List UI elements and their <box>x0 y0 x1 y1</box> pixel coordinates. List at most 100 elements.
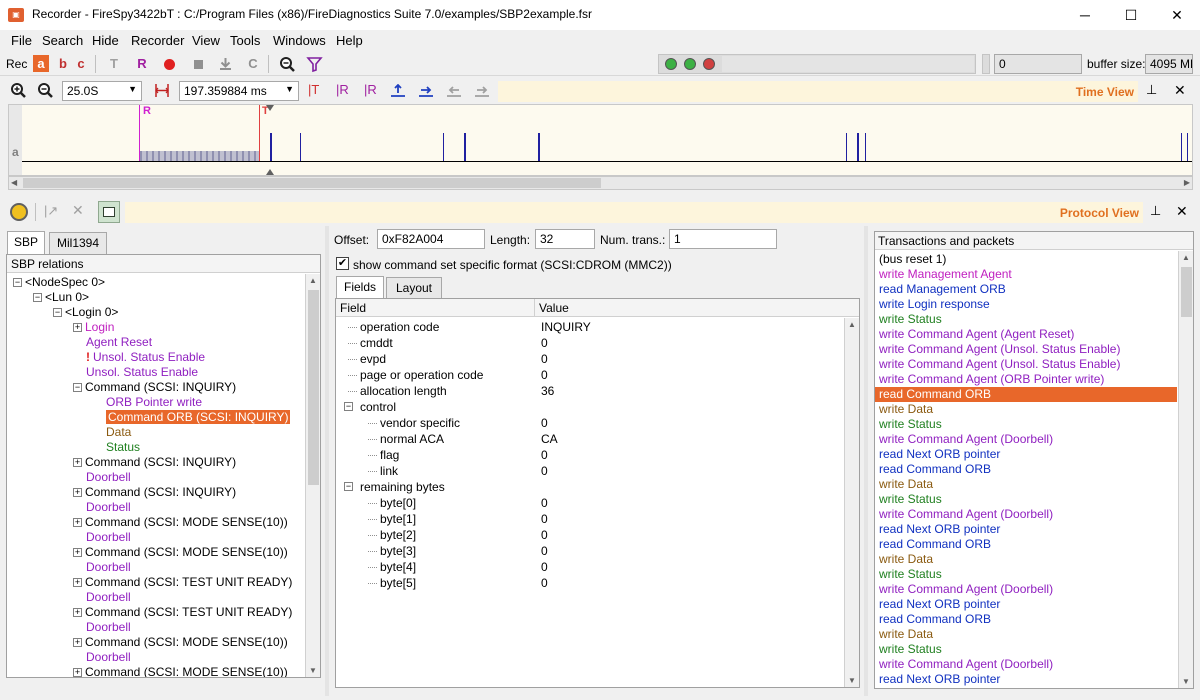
marker-a-icon[interactable] <box>390 83 406 98</box>
col-value-header[interactable]: Value <box>539 301 569 315</box>
tree-item[interactable]: Doorbell <box>7 530 131 545</box>
marker-c-icon[interactable] <box>446 84 462 98</box>
filter-a-button[interactable]: a <box>33 55 49 72</box>
transaction-item[interactable]: write Command Agent (ORB Pointer write) <box>875 372 1177 387</box>
transaction-item[interactable]: read Command ORB <box>875 387 1177 402</box>
download-icon[interactable] <box>218 56 233 71</box>
expand-icon[interactable]: + <box>73 458 82 468</box>
pin-icon[interactable]: ⊥ <box>1146 82 1157 98</box>
duration-select[interactable]: 197.359884 ms ▼ <box>179 81 299 101</box>
tree-item[interactable]: + Login <box>7 320 114 335</box>
close-button[interactable]: ✕ <box>1154 0 1200 30</box>
filter-icon[interactable] <box>306 56 323 73</box>
tree-item[interactable]: Agent Reset <box>7 335 152 350</box>
transaction-item[interactable]: write Command Agent (Doorbell) <box>875 582 1177 597</box>
tree-item[interactable]: − <Lun 0> <box>7 290 89 305</box>
command-format-checkbox[interactable]: ✔ <box>336 257 349 270</box>
tree-item[interactable]: + Command (SCSI: MODE SENSE(10)) <box>7 545 288 560</box>
tree-item[interactable]: Command ORB (SCSI: INQUIRY) <box>7 410 291 425</box>
tree-item[interactable]: Status <box>7 440 140 455</box>
detail-view-button[interactable] <box>98 201 120 223</box>
field-row[interactable]: evpd 0 <box>336 351 843 367</box>
transaction-item[interactable]: read Command ORB <box>875 537 1177 552</box>
field-row[interactable]: byte[5] 0 <box>336 575 843 591</box>
filter-c-button[interactable]: c <box>71 54 91 74</box>
length-field[interactable]: 32 <box>535 229 595 249</box>
record-icon[interactable] <box>164 59 175 70</box>
field-row[interactable]: byte[1] 0 <box>336 511 843 527</box>
pin-icon[interactable]: ⊥ <box>1150 203 1161 219</box>
transaction-item[interactable]: write Data <box>875 477 1177 492</box>
transaction-item[interactable]: write Command Agent (Unsol. Status Enabl… <box>875 342 1177 357</box>
tree-item[interactable]: + Command (SCSI: TEST UNIT READY) <box>7 605 292 620</box>
tree-item[interactable]: ORB Pointer write <box>7 395 202 410</box>
collapse-icon[interactable]: − <box>344 482 353 491</box>
tree-item[interactable]: − <Login 0> <box>7 305 118 320</box>
tree-item[interactable]: − <NodeSpec 0> <box>7 275 105 290</box>
transaction-item[interactable]: write Status <box>875 417 1177 432</box>
tab-mil1394[interactable]: Mil1394 <box>49 232 107 254</box>
timeline-scroll-thumb[interactable] <box>23 178 601 188</box>
marker-d-icon[interactable] <box>474 84 490 98</box>
scroll-up-icon[interactable]: ▲ <box>309 276 317 285</box>
tree-item[interactable]: Unsol. Status Enable <box>7 365 198 380</box>
menu-hide[interactable]: Hide <box>92 33 119 48</box>
transaction-item[interactable]: write Status <box>875 492 1177 507</box>
menu-windows[interactable]: Windows <box>273 33 326 48</box>
scroll-down-icon[interactable]: ▼ <box>309 666 317 675</box>
expand-icon[interactable]: + <box>73 668 82 677</box>
tree-item[interactable]: + Command (SCSI: MODE SENSE(10)) <box>7 665 288 677</box>
search-icon[interactable] <box>279 56 296 73</box>
field-row[interactable]: byte[4] 0 <box>336 559 843 575</box>
expand-icon[interactable]: + <box>73 548 82 558</box>
menu-search[interactable]: Search <box>42 33 83 48</box>
transactions-scrollbar[interactable]: ▲ ▼ <box>1178 251 1193 688</box>
scroll-down-icon[interactable]: ▼ <box>848 676 856 685</box>
expand-icon[interactable]: + <box>73 518 82 528</box>
field-row[interactable]: byte[2] 0 <box>336 527 843 543</box>
transaction-item[interactable]: write Data <box>875 552 1177 567</box>
transaction-item[interactable]: write Data <box>875 402 1177 417</box>
transaction-item[interactable]: read Next ORB pointer <box>875 522 1177 537</box>
scroll-left-icon[interactable]: ◀ <box>11 178 17 187</box>
field-row[interactable]: flag 0 <box>336 447 843 463</box>
collapse-icon[interactable]: − <box>13 278 22 288</box>
tree-item[interactable]: Doorbell <box>7 650 131 665</box>
tree-item[interactable]: ! Unsol. Status Enable <box>7 350 205 365</box>
stop-icon[interactable] <box>194 60 203 69</box>
field-row[interactable]: byte[3] 0 <box>336 543 843 559</box>
transaction-item[interactable]: write Command Agent (Doorbell) <box>875 432 1177 447</box>
goto-packet-icon[interactable]: |↗ <box>44 203 58 219</box>
tree-item[interactable]: + Command (SCSI: TEST UNIT READY) <box>7 575 292 590</box>
tree-item[interactable]: + Command (SCSI: INQUIRY) <box>7 455 236 470</box>
menu-view[interactable]: View <box>192 33 220 48</box>
menu-file[interactable]: File <box>11 33 32 48</box>
menu-tools[interactable]: Tools <box>230 33 260 48</box>
col-field-header[interactable]: Field <box>340 301 366 315</box>
filter-b-button[interactable]: b <box>53 54 73 74</box>
fields-scrollbar[interactable]: ▲ ▼ <box>844 318 859 687</box>
transaction-item[interactable]: read Next ORB pointer <box>875 447 1177 462</box>
goto-r-t-icon[interactable]: |R <box>364 82 377 97</box>
collapse-icon[interactable]: − <box>33 293 42 303</box>
transaction-item[interactable]: write Command Agent (Unsol. Status Enabl… <box>875 357 1177 372</box>
scroll-up-icon[interactable]: ▲ <box>848 320 856 329</box>
zoom-out-icon[interactable] <box>37 82 54 99</box>
field-row[interactable]: link 0 <box>336 463 843 479</box>
expand-icon[interactable]: + <box>73 578 82 588</box>
transactions-list[interactable]: (bus reset 1) write Management Agent read … <box>875 251 1178 688</box>
tree-item[interactable]: Doorbell <box>7 500 131 515</box>
transaction-item[interactable]: read Management ORB <box>875 282 1177 297</box>
tab-sbp[interactable]: SBP <box>7 231 45 254</box>
tree-scroll-thumb[interactable] <box>308 290 319 485</box>
expand-icon[interactable]: + <box>73 608 82 618</box>
field-row[interactable]: operation code INQUIRY <box>336 319 843 335</box>
offset-field[interactable]: 0xF82A004 <box>377 229 485 249</box>
transaction-item[interactable]: write Status <box>875 312 1177 327</box>
transactions-scroll-thumb[interactable] <box>1181 267 1192 317</box>
scroll-down-icon[interactable]: ▼ <box>1182 677 1190 686</box>
scroll-right-icon[interactable]: ▶ <box>1184 178 1190 187</box>
splitter-left[interactable] <box>325 226 329 696</box>
transaction-item[interactable]: (bus reset 1) <box>875 252 1177 267</box>
transaction-item[interactable]: read Command ORB <box>875 462 1177 477</box>
